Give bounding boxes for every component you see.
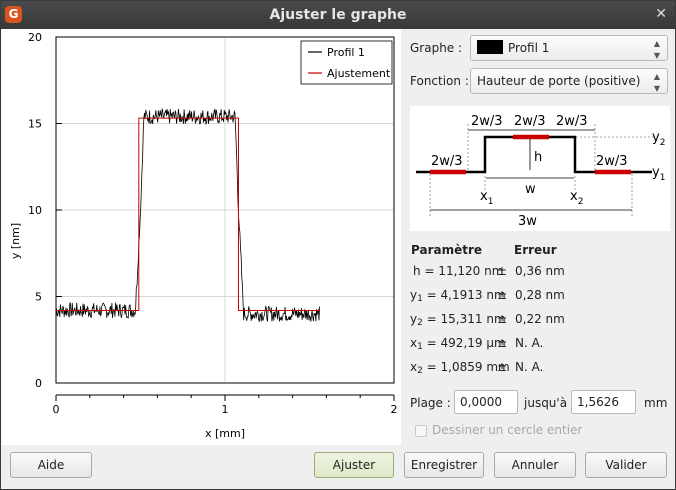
graph-color-swatch — [477, 40, 503, 54]
ok-button[interactable]: Valider — [585, 452, 667, 478]
dim-top-mid: 2w/3 — [514, 114, 546, 129]
y-tick-label: 15 — [28, 118, 42, 131]
graph-select-value: Profil 1 — [508, 41, 550, 55]
graph-plot[interactable]: 0 1 2 0 5 10 15 20 Profil 1 Ajustement x [mm] y… — [2, 29, 401, 445]
param-row-x2: x2 = 1,0859 mm ± N. A. — [410, 360, 544, 376]
updown-arrows-icon: ▲ ▼ — [653, 72, 660, 93]
dim-top-right: 2w/3 — [556, 114, 588, 129]
dim-w: w — [525, 182, 536, 197]
x-tick-label: 0 — [53, 403, 60, 416]
graph-select[interactable]: Profil 1 ▲ ▼ — [470, 35, 668, 61]
y-tick-label: 5 — [35, 291, 42, 304]
y-tick-label: 0 — [35, 377, 42, 390]
fit-chart[interactable]: 0 1 205101520 Profil 1 Ajustement x [mm] y… — [2, 29, 401, 445]
range-to-label: jusqu'à — [524, 396, 568, 410]
legend-label-profil-1: Profil 1 — [327, 46, 365, 59]
legend: Profil 1 Ajustement — [300, 40, 393, 85]
param-row-y2: y2 = 15,311 nm ± 0,22 nm — [410, 312, 565, 328]
cancel-button[interactable]: Annuler — [494, 452, 576, 478]
range-to-input[interactable]: 1,5626 — [571, 390, 636, 414]
dim-left-base: 2w/3 — [431, 154, 463, 169]
function-select[interactable]: Hauteur de porte (positive) ▲ ▼ — [470, 68, 668, 94]
full-circle-label: Dessiner un cercle entier — [432, 423, 583, 437]
fit-button[interactable]: Ajuster — [314, 452, 394, 478]
save-button[interactable]: Enregistrer — [404, 452, 484, 478]
dim-3w: 3w — [518, 214, 537, 229]
label-x1: x1 — [480, 189, 493, 207]
range-label: Plage : — [410, 396, 451, 410]
full-circle-checkbox[interactable] — [415, 425, 427, 437]
dim-top-left: 2w/3 — [471, 114, 503, 129]
range-unit: mm — [644, 396, 668, 410]
header-error: Erreur — [514, 243, 557, 257]
range-from-input[interactable]: 0,0000 — [454, 390, 518, 414]
label-x2: x2 — [570, 189, 583, 207]
label-y1: y1 — [652, 165, 665, 183]
close-icon[interactable]: ✕ — [655, 6, 667, 22]
legend-label-ajustement: Ajustement — [327, 67, 391, 80]
param-row-y1: y1 = 4,1913 nm ± 0,28 nm — [410, 288, 565, 304]
function-diagram: 2w/3 2w/3 2w/3 2w/3 2w/3 h w 3w y2 y1 x1… — [410, 106, 670, 231]
x-tick-label: 2 — [391, 403, 398, 416]
y-tick-label: 20 — [28, 31, 42, 44]
function-label: Fonction : — [410, 74, 469, 88]
series-profil-1 — [55, 107, 320, 322]
fit-graph-dialog: G Ajuster le graphe ✕ 0 1 2 0 5 10 15 20 Profil… — [0, 0, 676, 490]
title-bar[interactable]: G Ajuster le graphe ✕ — [1, 1, 675, 29]
function-select-value: Hauteur de porte (positive) — [477, 74, 641, 88]
label-y2: y2 — [652, 130, 665, 148]
param-row-h: h = 11,120 nm ± 0,36 nm — [413, 264, 565, 278]
graph-label: Graphe : — [410, 41, 463, 55]
series-ajustement — [56, 117, 320, 311]
y-tick-label: 10 — [28, 204, 42, 217]
y-axis-label: y [nm] — [9, 223, 22, 259]
x-axis-label: x [mm] — [205, 427, 245, 440]
updown-arrows-icon: ▲ ▼ — [653, 39, 660, 60]
dim-h: h — [534, 150, 542, 165]
help-button[interactable]: Aide — [10, 452, 92, 478]
dim-right-base: 2w/3 — [596, 154, 628, 169]
header-parameter: Paramètre — [411, 243, 483, 257]
window-title: Ajuster le graphe — [269, 7, 407, 23]
param-row-x1: x1 = 492,19 µm ± N. A. — [410, 336, 544, 352]
x-tick-label: 1 — [222, 403, 229, 416]
